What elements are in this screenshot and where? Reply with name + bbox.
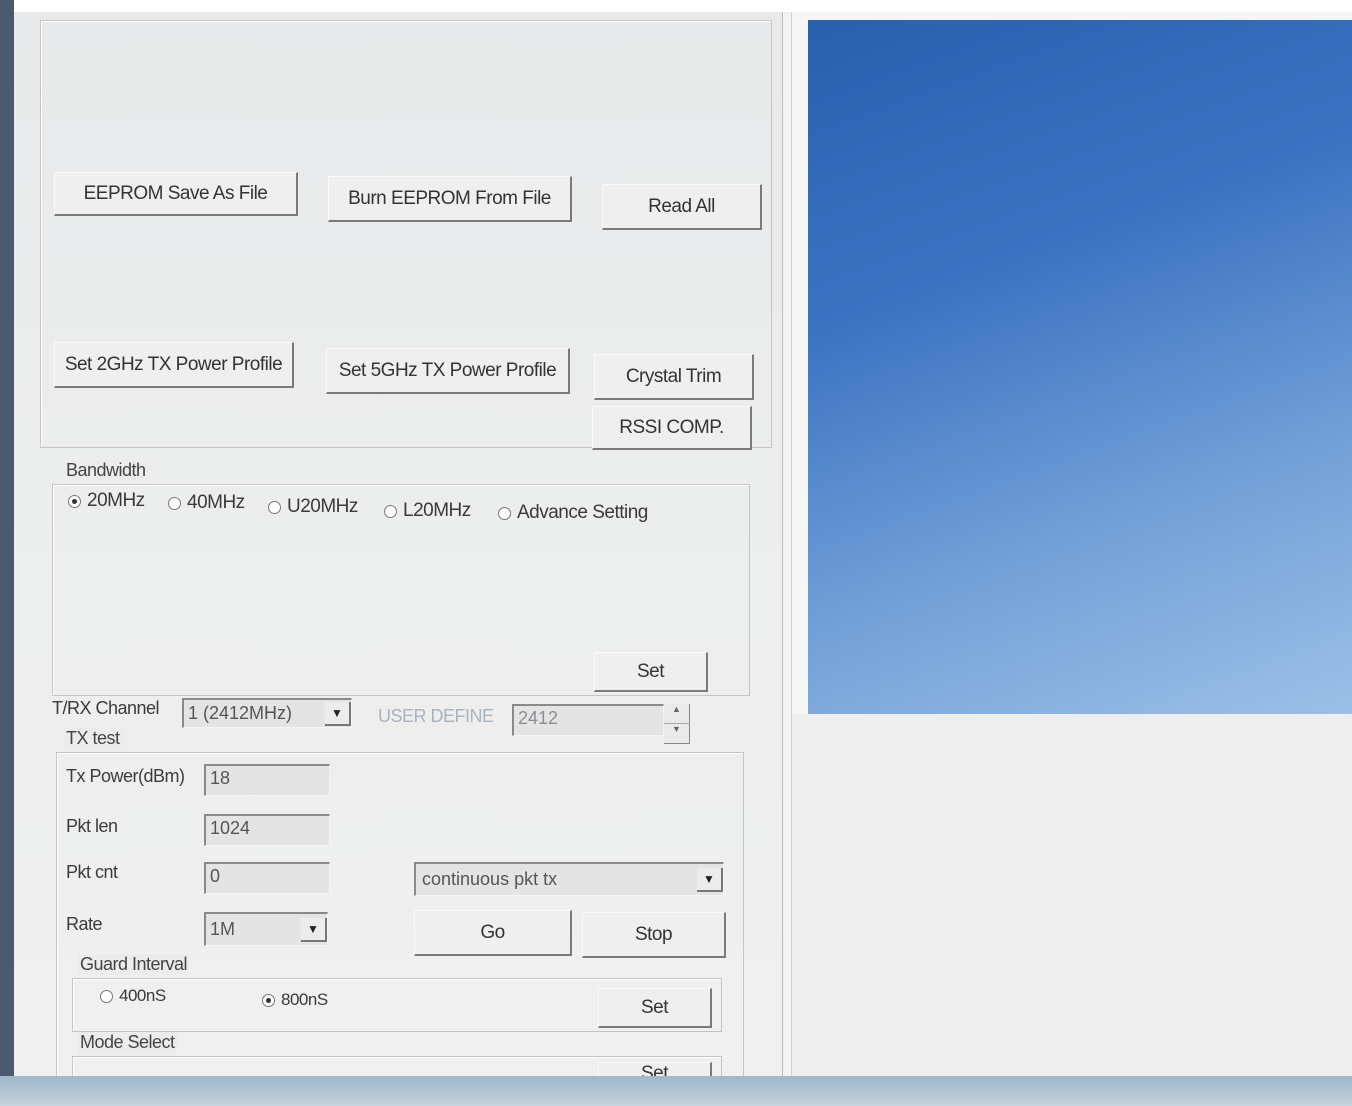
eeprom-save-as-file-button[interactable]: EEPROM Save As File (54, 172, 298, 216)
set-2ghz-tx-power-profile-button[interactable]: Set 2GHz TX Power Profile (54, 342, 294, 388)
trx-channel-label: T/RX Channel (52, 698, 160, 718)
radio-icon[interactable] (100, 989, 113, 1003)
bandwidth-set-button[interactable]: Set (594, 652, 708, 692)
radio-selected-icon[interactable] (68, 494, 81, 508)
guard-interval-option-400ns[interactable]: 400nS (100, 986, 166, 1006)
user-define-label: USER DEFINE (378, 706, 494, 726)
crystal-trim-button[interactable]: Crystal Trim (594, 354, 754, 400)
monitor-bezel-left (0, 0, 14, 1106)
bandwidth-option-20mhz[interactable]: 20MHz (68, 490, 145, 512)
taskbar (0, 1076, 1352, 1106)
tx-mode-select[interactable]: continuous pkt tx ▼ (414, 862, 724, 896)
monitor-bezel-top (0, 0, 1352, 12)
guard-interval-set-button[interactable]: Set (598, 988, 712, 1028)
spin-down-icon[interactable]: ▼ (664, 724, 690, 744)
rssi-comp-button[interactable]: RSSI COMP. (592, 406, 752, 450)
rate-label: Rate (66, 914, 103, 934)
guard-interval-title: Guard Interval (78, 954, 190, 975)
bandwidth-option-40mhz[interactable]: 40MHz (168, 492, 245, 514)
radio-icon[interactable] (268, 500, 281, 514)
pkt-cnt-input[interactable]: 0 (204, 862, 330, 894)
spin-up-icon[interactable]: ▲ (664, 704, 690, 724)
go-button[interactable]: Go (414, 910, 572, 956)
bandwidth-option-u20mhz[interactable]: U20MHz (268, 496, 358, 518)
radio-icon[interactable] (168, 496, 181, 510)
guard-interval-option-800ns[interactable]: 800nS (262, 990, 328, 1010)
right-empty-area (792, 714, 1352, 1090)
chevron-down-icon[interactable]: ▼ (697, 867, 723, 892)
radio-selected-icon[interactable] (262, 993, 275, 1007)
mode-select-title: Mode Select (78, 1032, 177, 1053)
user-define-input[interactable]: 2412 (512, 704, 664, 736)
chevron-down-icon[interactable]: ▼ (301, 917, 327, 942)
pkt-len-label: Pkt len (66, 816, 118, 836)
user-define-spinner[interactable]: ▲ ▼ (664, 704, 690, 744)
tx-power-input[interactable]: 18 (204, 764, 330, 796)
pkt-len-input[interactable]: 1024 (204, 814, 330, 846)
tx-power-label: Tx Power(dBm) (66, 766, 185, 786)
bandwidth-option-l20mhz[interactable]: L20MHz (384, 500, 471, 522)
radio-icon[interactable] (498, 506, 511, 520)
bandwidth-title: Bandwidth (64, 460, 148, 481)
chevron-down-icon[interactable]: ▼ (325, 701, 351, 726)
desktop-blue-area (808, 20, 1352, 714)
pkt-cnt-label: Pkt cnt (66, 862, 118, 882)
trx-channel-select[interactable]: 1 (2412MHz) ▼ (182, 698, 352, 728)
tx-test-title: TX test (64, 728, 122, 749)
stop-button[interactable]: Stop (582, 912, 726, 958)
radio-icon[interactable] (384, 504, 397, 518)
burn-eeprom-from-file-button[interactable]: Burn EEPROM From File (328, 176, 572, 222)
rate-select[interactable]: 1M ▼ (204, 912, 328, 946)
bandwidth-option-advance-setting[interactable]: Advance Setting (498, 502, 648, 524)
set-5ghz-tx-power-profile-button[interactable]: Set 5GHz TX Power Profile (326, 348, 570, 394)
splitter-bar[interactable] (782, 12, 792, 1090)
read-all-button[interactable]: Read All (602, 184, 762, 230)
